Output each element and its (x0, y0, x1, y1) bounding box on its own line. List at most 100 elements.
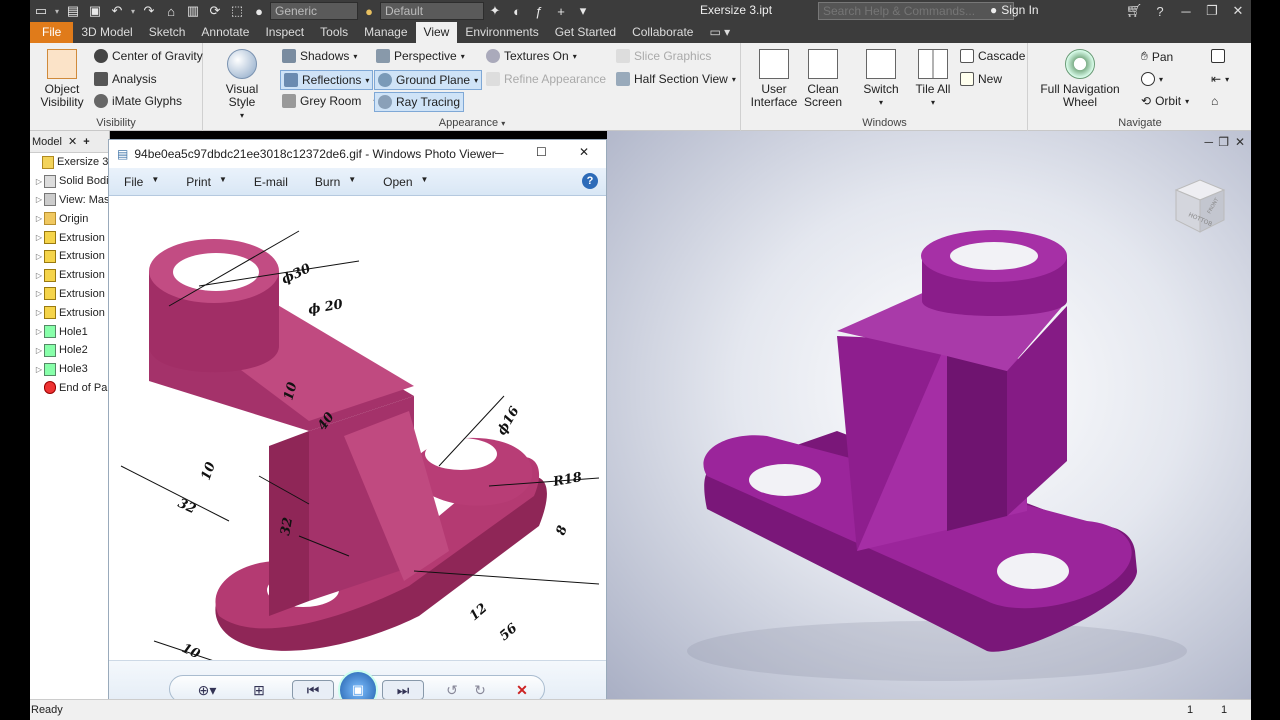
zoom-in-icon[interactable]: ⊕▾ (192, 680, 222, 700)
rotate-cw-icon[interactable]: ↻ (470, 680, 490, 700)
tab-collaborate[interactable]: Collaborate (624, 22, 701, 43)
update-icon[interactable]: ⟳ (204, 0, 226, 22)
appearance-select[interactable]: Default (380, 2, 484, 20)
redo-icon[interactable]: ↷ (138, 0, 160, 22)
viewer-menu-file[interactable]: File ▼ (109, 175, 171, 189)
half-section-view-button[interactable]: Half Section View ▾ (616, 72, 736, 86)
open-folder-icon[interactable]: ▤ (62, 0, 84, 22)
adjust-icon[interactable]: ✦ (484, 0, 506, 22)
delete-icon[interactable]: ✕ (512, 680, 532, 700)
browser-tab-model[interactable]: Model (32, 136, 62, 148)
new-window-button[interactable]: New (960, 72, 1002, 86)
color-sphere-icon[interactable]: ● (248, 0, 270, 22)
perspective-button[interactable]: Perspective ▾ (376, 49, 465, 63)
textures-on-button[interactable]: Textures On ▾ (486, 49, 577, 63)
clean-screen-button[interactable]: Clean Screen (800, 49, 846, 109)
object-visibility-button[interactable]: Object Visibility (34, 49, 90, 109)
tree-item[interactable]: ▷ Extrusion (30, 285, 109, 304)
material-select[interactable]: Generic (270, 2, 358, 20)
rotate-ccw-icon[interactable]: ↺ (442, 680, 462, 700)
tab-tools[interactable]: Tools (312, 22, 356, 43)
undo-dropdown-icon[interactable]: ▾ (128, 7, 138, 16)
home-icon[interactable]: ⌂ (160, 0, 182, 22)
shadows-button[interactable]: Shadows ▾ (282, 49, 357, 63)
next-image-icon[interactable]: ⏭ (382, 680, 424, 700)
appearance-panel-label[interactable]: Appearance ▾ (204, 117, 740, 129)
expand-arrow-icon[interactable]: ▷ (34, 195, 44, 204)
tab-extra-icon[interactable]: ▭ ▾ (701, 22, 738, 43)
view-face-button[interactable] (1211, 49, 1225, 63)
viewer-menu-print[interactable]: Print ▼ (171, 175, 239, 189)
tree-item[interactable]: ▷ Hole3 (30, 360, 109, 379)
cascade-button[interactable]: Cascade (960, 49, 1025, 63)
tab-environments[interactable]: Environments (457, 22, 546, 43)
customize-icon[interactable]: ▾ (572, 0, 594, 22)
save-icon[interactable]: ▣ (84, 0, 106, 22)
actual-size-icon[interactable]: ⊞ (246, 680, 272, 700)
analysis-button[interactable]: Analysis (94, 72, 157, 86)
ray-tracing-button[interactable]: Ray Tracing (374, 92, 465, 112)
tab-file[interactable]: File (30, 22, 74, 43)
viewer-menu-burn[interactable]: Burn ▼ (300, 175, 368, 189)
plus-icon[interactable]: + (550, 0, 572, 22)
cart-icon[interactable]: 🛒︎ (1121, 0, 1147, 22)
tab-inspect[interactable]: Inspect (257, 22, 312, 43)
expand-arrow-icon[interactable]: ▷ (34, 289, 44, 298)
center-of-gravity-button[interactable]: Center of Gravity (94, 49, 203, 63)
tree-item[interactable]: ▷ Extrusion (30, 228, 109, 247)
viewer-help-icon[interactable]: ? (582, 173, 598, 189)
undo-icon[interactable]: ↶ (106, 0, 128, 22)
slice-graphics-button[interactable]: Slice Graphics (616, 49, 711, 63)
expand-arrow-icon[interactable]: ▷ (34, 233, 44, 242)
switch-button[interactable]: Switch ▾ (858, 49, 904, 109)
tab-manage[interactable]: Manage (356, 22, 415, 43)
expand-arrow-icon[interactable]: ▷ (34, 365, 44, 374)
tree-item[interactable]: ▷ Hole2 (30, 341, 109, 360)
expand-arrow-icon[interactable]: ▷ (34, 177, 44, 186)
viewer-menu-open[interactable]: Open ▼ (368, 175, 440, 189)
help-icon[interactable]: ? (1147, 0, 1173, 22)
search-input[interactable] (818, 2, 1014, 20)
tree-item[interactable]: End of Part (30, 379, 109, 398)
tab-sketch[interactable]: Sketch (141, 22, 194, 43)
grey-room-button[interactable]: Grey Room▾ (282, 94, 377, 108)
reflections-button[interactable]: Reflections ▾ (280, 70, 374, 90)
new-dropdown-icon[interactable]: ▾ (52, 7, 62, 16)
orbit-button[interactable]: ⟲ Orbit ▾ (1141, 94, 1189, 108)
user-interface-button[interactable]: User Interface (750, 49, 798, 109)
select-icon[interactable]: ⬚ (226, 0, 248, 22)
full-navigation-wheel-button[interactable]: Full Navigation Wheel (1035, 49, 1125, 109)
previous-image-icon[interactable]: ⏮ (292, 680, 334, 700)
viewer-menu-email[interactable]: E-mail (239, 175, 300, 189)
expand-arrow-icon[interactable]: ▷ (34, 346, 44, 355)
tab-annotate[interactable]: Annotate (193, 22, 257, 43)
browser-close-icon[interactable]: ✕ (68, 135, 77, 148)
zoom-button[interactable]: ▾ (1141, 72, 1163, 86)
restore-icon[interactable]: ❐ (1199, 0, 1225, 22)
tree-item[interactable]: ▷ Extrusion (30, 266, 109, 285)
expand-arrow-icon[interactable]: ▷ (34, 214, 44, 223)
tree-item[interactable]: ▷ Extrusion (30, 303, 109, 322)
tree-item[interactable]: ▷ Solid Bodies (30, 172, 109, 191)
expand-arrow-icon[interactable]: ▷ (34, 271, 44, 280)
expand-arrow-icon[interactable]: ▷ (34, 252, 44, 261)
home-view-button[interactable]: ⌂ (1211, 94, 1218, 108)
viewer-close-icon[interactable]: ✕ (579, 145, 589, 159)
tab-3d-model[interactable]: 3D Model (73, 22, 140, 43)
tree-item[interactable]: ▷ View: Master (30, 191, 109, 210)
pan-button[interactable]: ✋︎ Pan (1141, 49, 1173, 64)
clear-icon[interactable]: ◐ (506, 0, 528, 22)
ground-plane-button[interactable]: Ground Plane ▾ (374, 70, 483, 90)
appearance-sphere-icon[interactable]: ● (358, 0, 380, 22)
viewer-maximize-icon[interactable]: ☐ (536, 145, 547, 159)
fx-icon[interactable]: ƒ (528, 0, 550, 22)
tab-get-started[interactable]: Get Started (547, 22, 624, 43)
visual-style-button[interactable]: Visual Style ▾ (212, 49, 272, 122)
tab-view[interactable]: View (415, 22, 458, 43)
imate-glyphs-button[interactable]: iMate Glyphs (94, 94, 182, 108)
minimize-icon[interactable]: ─ (1173, 0, 1199, 22)
tree-item[interactable]: ▷ Extrusion (30, 247, 109, 266)
tree-item[interactable]: ▷ Origin (30, 209, 109, 228)
open-drawing-icon[interactable]: ▥ (182, 0, 204, 22)
tree-item[interactable]: Exersize 3.ipt (30, 153, 109, 172)
